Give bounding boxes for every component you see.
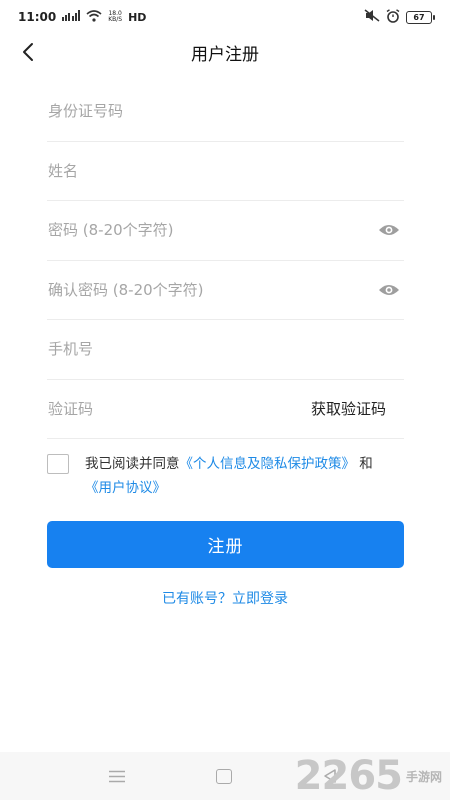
verification-code-field: 获取验证码 <box>47 379 404 439</box>
status-time: 11:00 <box>18 10 57 24</box>
back-button[interactable] <box>14 38 42 66</box>
mute-icon <box>364 9 380 25</box>
agreement-text: 我已阅读并同意《个人信息及隐私保护政策》 和《用户协议》 <box>85 452 385 500</box>
net-speed-unit: KB/S <box>108 16 123 23</box>
confirm-password-input[interactable] <box>47 260 404 319</box>
login-link[interactable]: 已有账号？立即登录 <box>0 588 450 608</box>
id-number-input[interactable] <box>47 82 404 141</box>
hd-badge: HD <box>128 10 147 24</box>
register-button[interactable]: 注册 <box>47 521 404 568</box>
navigation-bar: 2265 手游网 <box>0 752 450 800</box>
agreement-prefix: 我已阅读并同意 <box>85 456 180 472</box>
name-field <box>47 141 404 201</box>
watermark-text: 手游网 <box>405 769 442 784</box>
eye-icon <box>379 284 399 295</box>
status-right: 67 <box>364 8 435 26</box>
header: 用户注册 <box>0 34 450 70</box>
eye-icon <box>379 225 399 236</box>
confirm-password-field <box>47 260 404 320</box>
id-number-field <box>47 82 404 142</box>
verification-code-input[interactable] <box>47 379 267 438</box>
get-code-button[interactable]: 获取验证码 <box>311 399 386 419</box>
wifi-icon <box>86 9 102 25</box>
menu-icon[interactable] <box>108 770 126 783</box>
status-bar: 11:00 18.0 KB/S HD 67 <box>0 0 450 34</box>
agreement: 我已阅读并同意《个人信息及隐私保护政策》 和《用户协议》 <box>47 452 404 500</box>
alarm-icon <box>386 8 400 26</box>
phone-field <box>47 320 404 380</box>
confirm-visibility-toggle[interactable] <box>378 282 400 298</box>
register-form: 获取验证码 <box>47 82 404 439</box>
watermark-number: 2265 <box>294 753 403 799</box>
password-field <box>47 201 404 261</box>
agreement-joiner: 和 <box>359 456 373 472</box>
battery-icon: 67 <box>406 10 435 24</box>
chevron-left-icon <box>23 43 33 61</box>
user-agreement-link[interactable]: 《用户协议》 <box>85 480 166 496</box>
net-speed: 18.0 KB/S <box>108 11 122 23</box>
password-visibility-toggle[interactable] <box>378 222 400 238</box>
status-left: 11:00 18.0 KB/S HD <box>18 9 147 25</box>
page-title: 用户注册 <box>191 44 259 65</box>
battery-level: 67 <box>413 12 425 22</box>
name-input[interactable] <box>47 141 404 200</box>
agree-checkbox[interactable] <box>47 454 69 474</box>
phone-input[interactable] <box>47 320 404 379</box>
watermark-logo: 2265 手游网 <box>295 754 442 798</box>
password-input[interactable] <box>47 201 404 260</box>
home-icon[interactable] <box>216 769 232 784</box>
privacy-policy-link[interactable]: 《个人信息及隐私保护政策》 <box>180 456 356 472</box>
signal-icon <box>62 10 81 24</box>
